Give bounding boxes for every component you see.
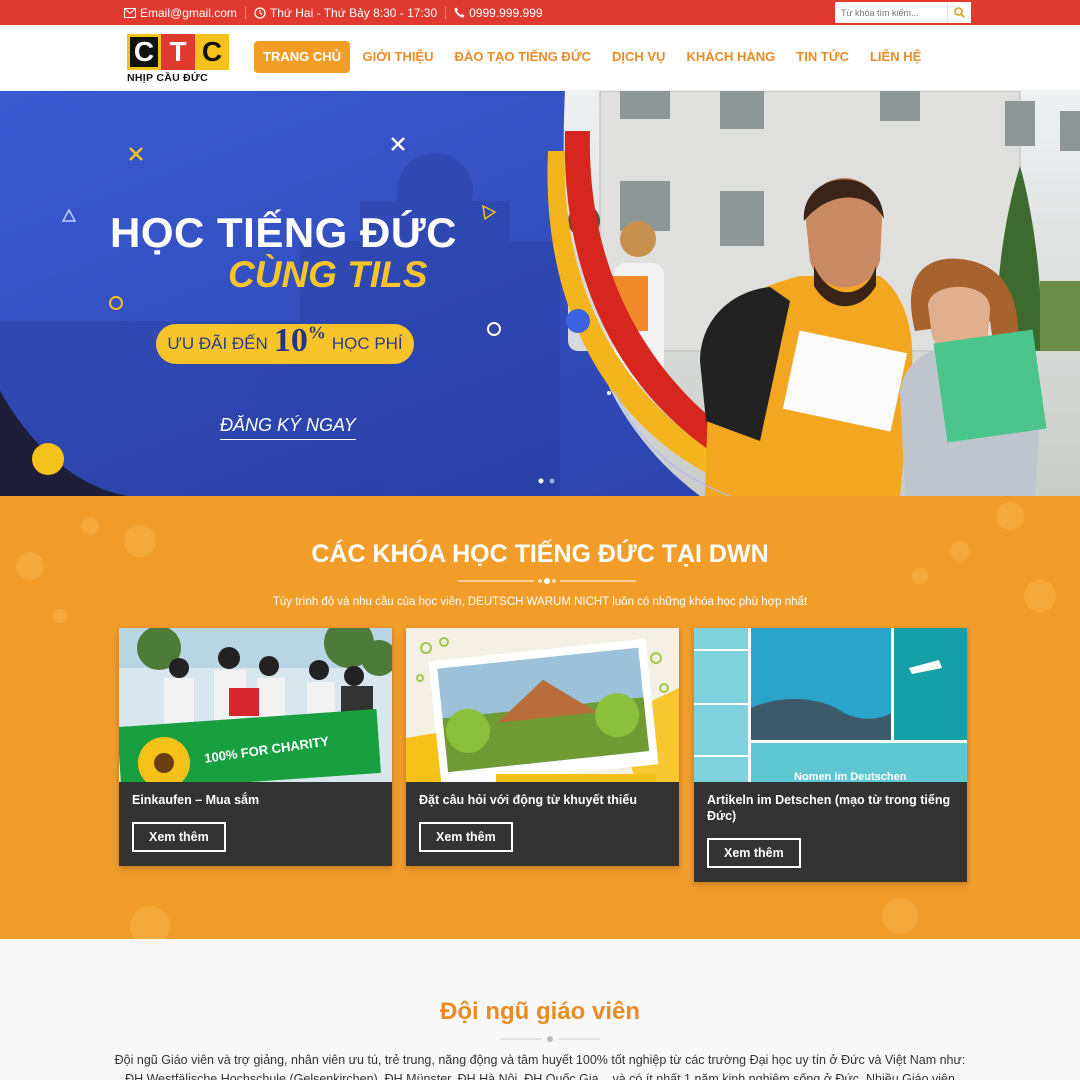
nav-item-clients[interactable]: KHÁCH HÀNG <box>676 41 786 73</box>
nav-item-german-training[interactable]: ĐÀO TẠO TIẾNG ĐỨC <box>444 41 601 73</box>
nav-item-contact[interactable]: LIÊN HỆ <box>859 41 931 73</box>
course-card-body: Đặt câu hỏi với động từ khuyết thiếu Xem… <box>406 782 679 866</box>
title-divider <box>458 578 636 584</box>
search-box <box>835 2 971 23</box>
search-button[interactable] <box>947 2 971 23</box>
course-title[interactable]: Artikeln im Detschen (mạo từ trong tiếng… <box>707 792 954 824</box>
course-image[interactable]: Nomen im Deutschen <box>694 628 967 782</box>
logo-mark: C T C <box>127 34 230 70</box>
courses-title: CÁC KHÓA HỌC TIẾNG ĐỨC TẠI DWN <box>311 540 769 568</box>
promo-after: HỌC PHÍ <box>331 334 403 353</box>
teachers-description: Đội ngũ Giáo viên và trợ giảng, nhân viê… <box>114 1053 966 1080</box>
logo-letter: T <box>161 34 195 70</box>
teachers-title: Đội ngũ giáo viên <box>439 998 640 1025</box>
envelope-icon <box>124 7 136 18</box>
course-card[interactable]: Nomen im Deutschen Artikeln im Detschen … <box>694 628 967 882</box>
logo-letter: C <box>195 34 229 70</box>
hero-slider[interactable]: HỌC TIẾNG ĐỨC CÙNG TILS ƯU ĐÃI ĐẾN 10% H… <box>0 91 1080 496</box>
course-image[interactable] <box>406 628 679 782</box>
contact-info: Email@gmail.com Thứ Hai - Thứ Bảy 8:30 -… <box>124 0 551 25</box>
search-input[interactable] <box>835 2 947 23</box>
hero-heading: HỌC TIẾNG ĐỨC <box>110 209 458 256</box>
course-title[interactable]: Đặt câu hỏi với động từ khuyết thiếu <box>419 792 666 808</box>
top-bar: Email@gmail.com Thứ Hai - Thứ Bảy 8:30 -… <box>0 0 1080 25</box>
read-more-button[interactable]: Xem thêm <box>419 822 513 852</box>
promo-number: 10% <box>274 322 326 360</box>
slider-dot-1[interactable] <box>538 478 544 484</box>
nav-item-about[interactable]: GIỚI THIỆU <box>352 41 444 73</box>
promo-value: 10 <box>273 322 308 359</box>
nav-item-services[interactable]: DỊCH VỤ <box>602 41 676 73</box>
slider-dot-2[interactable] <box>549 478 555 484</box>
title-divider <box>500 1036 600 1042</box>
site-logo[interactable]: C T C NHỊP CẦU ĐỨC <box>127 34 230 84</box>
email-text: Email@gmail.com <box>140 5 237 20</box>
promo-unit: % <box>307 322 326 343</box>
courses-subtitle: Tùy trình độ và nhu cầu của học viên, DE… <box>272 596 808 608</box>
course-image[interactable]: 100% FOR CHARITY <box>119 628 392 782</box>
course-card[interactable]: Đặt câu hỏi với động từ khuyết thiếu Xem… <box>406 628 679 866</box>
promo-badge: ƯU ĐÃI ĐẾN 10% HỌC PHÍ <box>156 322 414 364</box>
course-title[interactable]: Einkaufen – Mua sắm <box>132 792 379 808</box>
course-card-body: Artikeln im Detschen (mạo từ trong tiếng… <box>694 782 967 882</box>
hours-text: Thứ Hai - Thứ Bảy 8:30 - 17:30 <box>269 5 438 20</box>
main-nav: TRANG CHỦ GIỚI THIỆU ĐÀO TẠO TIẾNG ĐỨC D… <box>254 41 932 73</box>
read-more-button[interactable]: Xem thêm <box>707 838 801 868</box>
logo-letter: C <box>127 34 161 70</box>
charity-event-photo: 100% FOR CHARITY <box>119 628 392 782</box>
email-link[interactable]: Email@gmail.com <box>124 6 245 20</box>
image-caption: Nomen im Deutschen <box>794 771 907 782</box>
courses-section: CÁC KHÓA HỌC TIẾNG ĐỨC TẠI DWN Tùy trình… <box>0 496 1080 939</box>
logo-tagline: NHỊP CẦU ĐỨC <box>127 72 208 84</box>
nav-item-home[interactable]: TRANG CHỦ <box>254 41 350 73</box>
hours-info: Thứ Hai - Thứ Bảy 8:30 - 17:30 <box>246 6 445 20</box>
phone-link[interactable]: 0999.999.999 <box>446 6 550 20</box>
clock-icon <box>254 6 266 19</box>
hero-background-art <box>0 91 1080 496</box>
nav-item-news[interactable]: TIN TỨC <box>786 41 860 73</box>
course-card[interactable]: 100% FOR CHARITY Einkaufen – Mua sắm Xem… <box>119 628 392 866</box>
site-header: C T C NHỊP CẦU ĐỨC TRANG CHỦ GIỚI THIỆU … <box>0 25 1080 91</box>
promo-before: ƯU ĐÃI ĐẾN <box>167 334 268 353</box>
phone-text: 0999.999.999 <box>469 5 543 20</box>
postcard-photo <box>406 628 679 782</box>
course-card-body: Einkaufen – Mua sắm Xem thêm <box>119 782 392 866</box>
phone-icon <box>454 7 465 18</box>
teachers-section: Đội ngũ giáo viên Đội ngũ Giáo viên và t… <box>0 939 1080 1080</box>
register-now-link[interactable]: ĐĂNG KÝ NGAY <box>220 415 356 440</box>
hero-subheading: CÙNG TILS <box>228 254 428 295</box>
search-icon <box>954 7 965 18</box>
ocean-collage-photo: Nomen im Deutschen <box>694 628 967 782</box>
read-more-button[interactable]: Xem thêm <box>132 822 226 852</box>
